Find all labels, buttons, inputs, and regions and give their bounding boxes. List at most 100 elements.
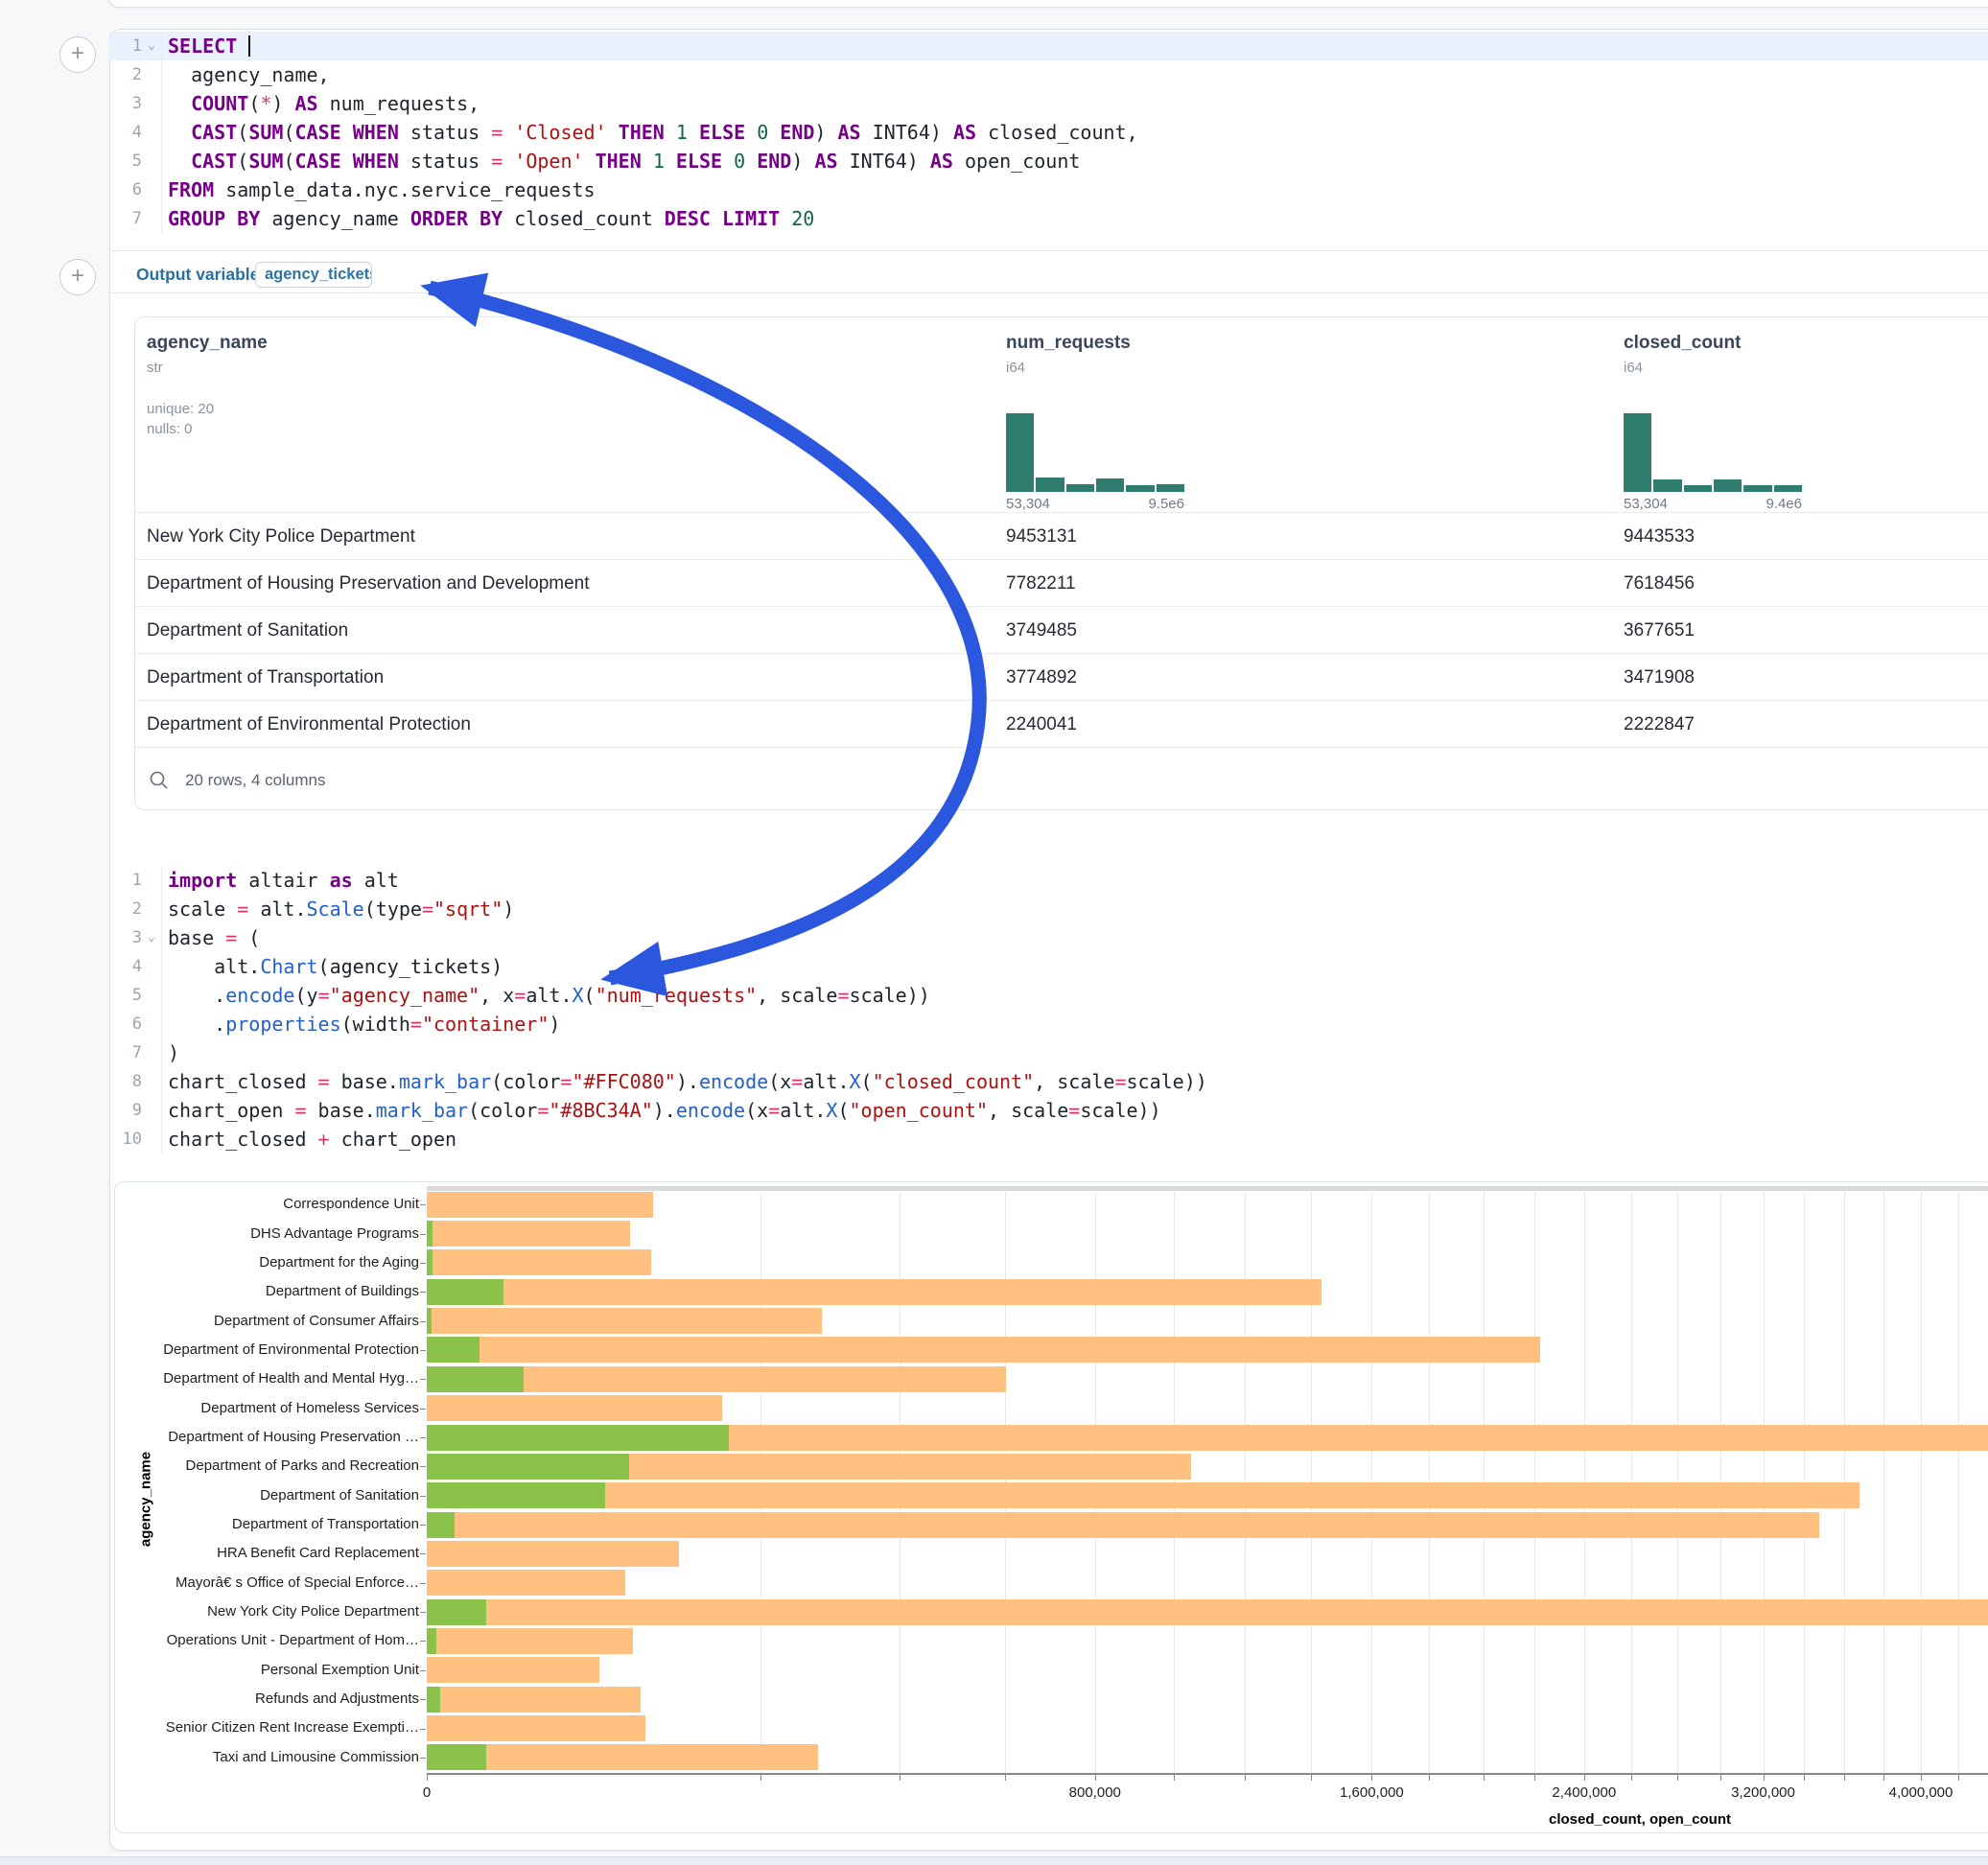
table-row[interactable]: Department of Environmental Protection22… — [135, 700, 1988, 748]
python-line-2[interactable]: 2scale = alt.Scale(type="sqrt") — [109, 895, 1988, 923]
sql-editor[interactable]: 1⌄SELECT 2 agency_name,3 COUNT(*) AS num… — [109, 32, 1988, 233]
closed-count-bar[interactable] — [427, 1395, 722, 1421]
closed-count-bar[interactable] — [427, 1308, 822, 1334]
open-count-bar[interactable] — [427, 1366, 524, 1392]
y-axis-label: New York City Police Department — [115, 1603, 419, 1620]
chart-gridline — [1921, 1190, 1922, 1773]
add-cell-button-output[interactable]: + — [59, 259, 96, 295]
python-line-6[interactable]: 6 .properties(width="container") — [109, 1010, 1988, 1038]
open-count-bar[interactable] — [427, 1454, 629, 1480]
open-count-bar[interactable] — [427, 1482, 605, 1508]
sql-line-2[interactable]: 2 agency_name, — [109, 60, 1988, 89]
cell-num-requests: 3774892 — [1006, 654, 1077, 701]
output-variable-pill[interactable]: agency_tickets — [255, 262, 372, 288]
closed-count-bar[interactable] — [427, 1687, 641, 1713]
sql-line-1[interactable]: 1⌄SELECT — [109, 32, 1988, 60]
open-count-bar[interactable] — [427, 1279, 503, 1305]
closed-count-bar[interactable] — [427, 1249, 651, 1275]
x-axis-tick — [1429, 1775, 1430, 1781]
fold-chevron-icon[interactable]: ⌄ — [142, 32, 161, 60]
column-title: closed_count — [1624, 333, 1741, 354]
closed-count-bar[interactable] — [427, 1599, 1988, 1625]
gutter-spacer — [142, 866, 161, 895]
histogram-bin — [1714, 479, 1742, 492]
sql-line-5[interactable]: 5 CAST(SUM(CASE WHEN status = 'Open' THE… — [109, 147, 1988, 175]
open-count-bar[interactable] — [427, 1249, 433, 1275]
closed-count-bar[interactable] — [427, 1482, 1859, 1508]
open-count-bar[interactable] — [427, 1744, 486, 1770]
closed-count-bar[interactable] — [427, 1628, 633, 1654]
closed-count-bar[interactable] — [427, 1570, 625, 1596]
sql-line-4[interactable]: 4 CAST(SUM(CASE WHEN status = 'Closed' T… — [109, 118, 1988, 147]
hist-min-label: 53,304 — [1006, 496, 1050, 512]
previous-cell-edge — [107, 0, 1988, 8]
column-header-closed-count[interactable]: closed_count i64 — [1624, 317, 1741, 376]
open-count-bar[interactable] — [427, 1308, 432, 1334]
gutter-spacer — [142, 147, 161, 175]
python-line-1[interactable]: 1import altair as alt — [109, 866, 1988, 895]
y-axis-tick — [420, 1553, 426, 1554]
x-axis-tick — [1958, 1775, 1959, 1781]
table-preview-card: agency_name str unique: 20 nulls: 0 num_… — [134, 316, 1988, 810]
sql-line-3[interactable]: 3 COUNT(*) AS num_requests, — [109, 89, 1988, 118]
open-count-bar[interactable] — [427, 1425, 729, 1451]
chart-gridline — [1677, 1190, 1678, 1773]
code-text: base = ( — [161, 923, 1988, 952]
code-text: ) — [161, 1038, 1988, 1067]
chart-scrollbar[interactable] — [427, 1186, 1988, 1191]
x-axis-tick — [1804, 1775, 1805, 1781]
open-count-bar[interactable] — [427, 1221, 433, 1247]
closed-count-bar[interactable] — [427, 1221, 630, 1247]
closed-count-bar[interactable] — [427, 1512, 1819, 1538]
table-row[interactable]: New York City Police Department945313194… — [135, 512, 1988, 560]
column-header-agency-name[interactable]: agency_name str unique: 20 nulls: 0 — [147, 317, 268, 437]
gutter-spacer — [142, 981, 161, 1010]
y-axis-label: Department of Transportation — [115, 1516, 419, 1532]
python-line-10[interactable]: 10chart_closed + chart_open — [109, 1125, 1988, 1154]
python-line-5[interactable]: 5 .encode(y="agency_name", x=alt.X("num_… — [109, 981, 1988, 1010]
open-count-bar[interactable] — [427, 1599, 486, 1625]
open-count-bar[interactable] — [427, 1687, 440, 1713]
closed-count-bar[interactable] — [427, 1657, 599, 1683]
row-column-count: 20 rows, 4 columns — [185, 771, 325, 790]
python-line-3[interactable]: 3⌄base = ( — [109, 923, 1988, 952]
chart-gridline — [1245, 1190, 1246, 1773]
table-row[interactable]: Department of Transportation377489234719… — [135, 653, 1988, 701]
column-header-num-requests[interactable]: num_requests i64 — [1006, 317, 1131, 376]
histogram-bin — [1036, 478, 1064, 492]
open-count-bar[interactable] — [427, 1512, 455, 1538]
open-count-bar[interactable] — [427, 1628, 436, 1654]
search-icon[interactable] — [149, 770, 170, 791]
code-text: COUNT(*) AS num_requests, — [161, 89, 1988, 118]
table-row[interactable]: Department of Sanitation37494853677651 — [135, 606, 1988, 654]
python-line-8[interactable]: 8chart_closed = base.mark_bar(color="#FF… — [109, 1067, 1988, 1096]
closed-count-bar[interactable] — [427, 1715, 645, 1741]
code-text: chart_closed = base.mark_bar(color="#FFC… — [161, 1067, 1988, 1096]
table-row[interactable]: Department of Housing Preservation and D… — [135, 559, 1988, 607]
chart-gridline — [1095, 1190, 1096, 1773]
y-axis-label: Department of Health and Mental Hyg… — [115, 1370, 419, 1387]
y-axis-tick — [420, 1758, 426, 1759]
add-cell-button-top[interactable]: + — [59, 36, 96, 73]
gutter-spacer — [142, 60, 161, 89]
python-editor[interactable]: 1import altair as alt2scale = alt.Scale(… — [109, 866, 1988, 1154]
fold-chevron-icon[interactable]: ⌄ — [142, 923, 161, 952]
sql-line-7[interactable]: 7GROUP BY agency_name ORDER BY closed_co… — [109, 204, 1988, 233]
python-line-9[interactable]: 9chart_open = base.mark_bar(color="#8BC3… — [109, 1096, 1988, 1125]
closed-count-bar[interactable] — [427, 1541, 679, 1567]
histogram-bin — [1096, 478, 1124, 492]
python-line-4[interactable]: 4 alt.Chart(agency_tickets) — [109, 952, 1988, 981]
y-axis-tick — [420, 1583, 426, 1584]
closed-count-bar[interactable] — [427, 1337, 1540, 1363]
open-count-bar[interactable] — [427, 1337, 479, 1363]
chart-gridline — [1429, 1190, 1430, 1773]
closed-count-bar[interactable] — [427, 1279, 1321, 1305]
chart-gridline — [760, 1190, 761, 1773]
cell-closed-count: 9443533 — [1624, 513, 1695, 560]
python-line-7[interactable]: 7) — [109, 1038, 1988, 1067]
cell-agency-name: Department of Transportation — [147, 654, 384, 701]
altair-chart-card: Correspondence UnitDHS Advantage Program… — [114, 1181, 1988, 1833]
chart-gridline — [1631, 1190, 1632, 1773]
sql-line-6[interactable]: 6FROM sample_data.nyc.service_requests — [109, 175, 1988, 204]
closed-count-bar[interactable] — [427, 1192, 653, 1218]
